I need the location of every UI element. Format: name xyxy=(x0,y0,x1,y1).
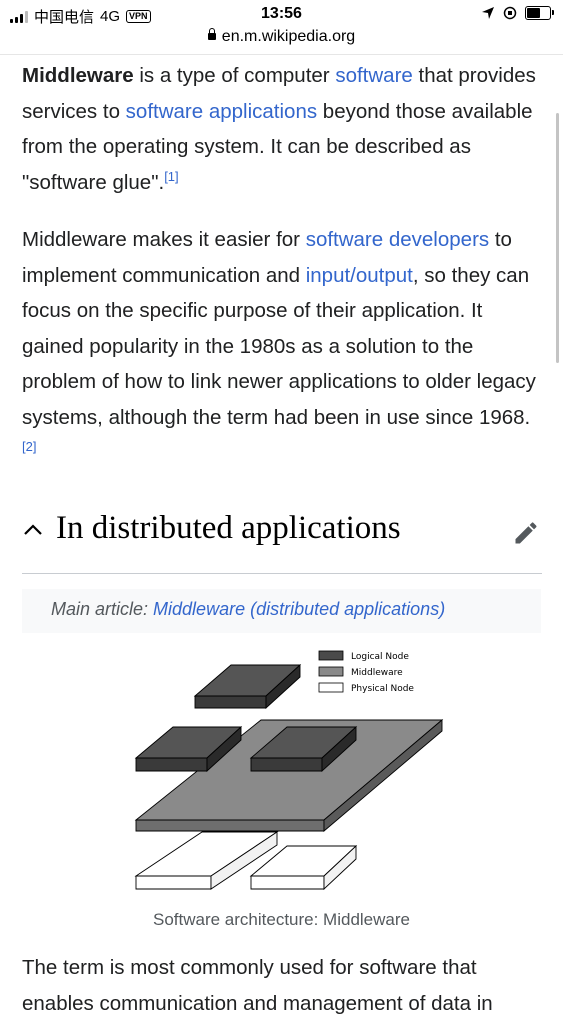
edit-pencil-icon[interactable] xyxy=(512,519,540,547)
chevron-up-icon[interactable] xyxy=(22,519,44,541)
logical-node-top xyxy=(193,663,302,710)
status-bar: 中国电信 4G VPN 13:56 en.m.wikipedia.org xyxy=(0,0,563,55)
text-run: Middleware makes it easier for xyxy=(22,228,306,251)
physical-node-right xyxy=(249,844,358,891)
figure-caption: Software architecture: Middleware xyxy=(152,910,410,929)
article-term: Middleware xyxy=(22,64,134,87)
clock: 13:56 xyxy=(261,5,302,22)
lock-icon xyxy=(207,28,216,40)
link-input-output[interactable]: input/output xyxy=(306,264,413,287)
article-body: Middleware is a type of computer softwar… xyxy=(22,58,542,471)
url-text: en.m.wikipedia.org xyxy=(221,28,356,45)
legend-swatch-physical xyxy=(318,682,344,693)
battery-icon xyxy=(525,6,554,20)
main-article-link[interactable]: Middleware (distributed applications) xyxy=(153,599,445,619)
link-software-applications[interactable]: software applications xyxy=(126,100,317,123)
legend-label-physical: Physical Node xyxy=(351,684,414,694)
orientation-lock-icon xyxy=(503,6,517,20)
paragraph-text: The term is most commonly used for softw… xyxy=(22,956,493,1015)
location-arrow-icon xyxy=(482,7,494,19)
hatnote: Main article: Middleware (distributed ap… xyxy=(22,589,541,633)
link-software-developers[interactable]: software developers xyxy=(306,228,489,251)
reference-1[interactable]: [1] xyxy=(164,169,178,184)
third-paragraph: The term is most commonly used for softw… xyxy=(22,950,542,1021)
text-run: , so they can focus on the specific purp… xyxy=(22,263,536,429)
link-software[interactable]: software xyxy=(335,64,412,87)
hatnote-prefix: Main article: xyxy=(51,599,154,619)
middleware-diagram[interactable]: Logical Node Middleware Physical Node xyxy=(22,640,541,900)
legend-label-middleware: Middleware xyxy=(351,668,403,678)
diagram-legend: Logical Node Middleware Physical Node xyxy=(318,650,414,694)
legend-swatch-logical xyxy=(318,650,344,661)
legend-label-logical: Logical Node xyxy=(351,652,409,662)
text-run: is a type of computer xyxy=(133,64,336,87)
section-heading[interactable]: In distributed applications xyxy=(22,505,542,574)
reference-2[interactable]: [2] xyxy=(22,439,36,454)
second-paragraph: Middleware makes it easier for software … xyxy=(22,222,542,471)
status-right xyxy=(481,6,554,20)
scrollbar[interactable] xyxy=(556,113,559,363)
address-bar[interactable]: en.m.wikipedia.org xyxy=(0,28,563,46)
section-title: In distributed applications xyxy=(56,510,401,546)
legend-swatch-middleware xyxy=(318,666,344,677)
intro-paragraph: Middleware is a type of computer softwar… xyxy=(22,58,542,200)
